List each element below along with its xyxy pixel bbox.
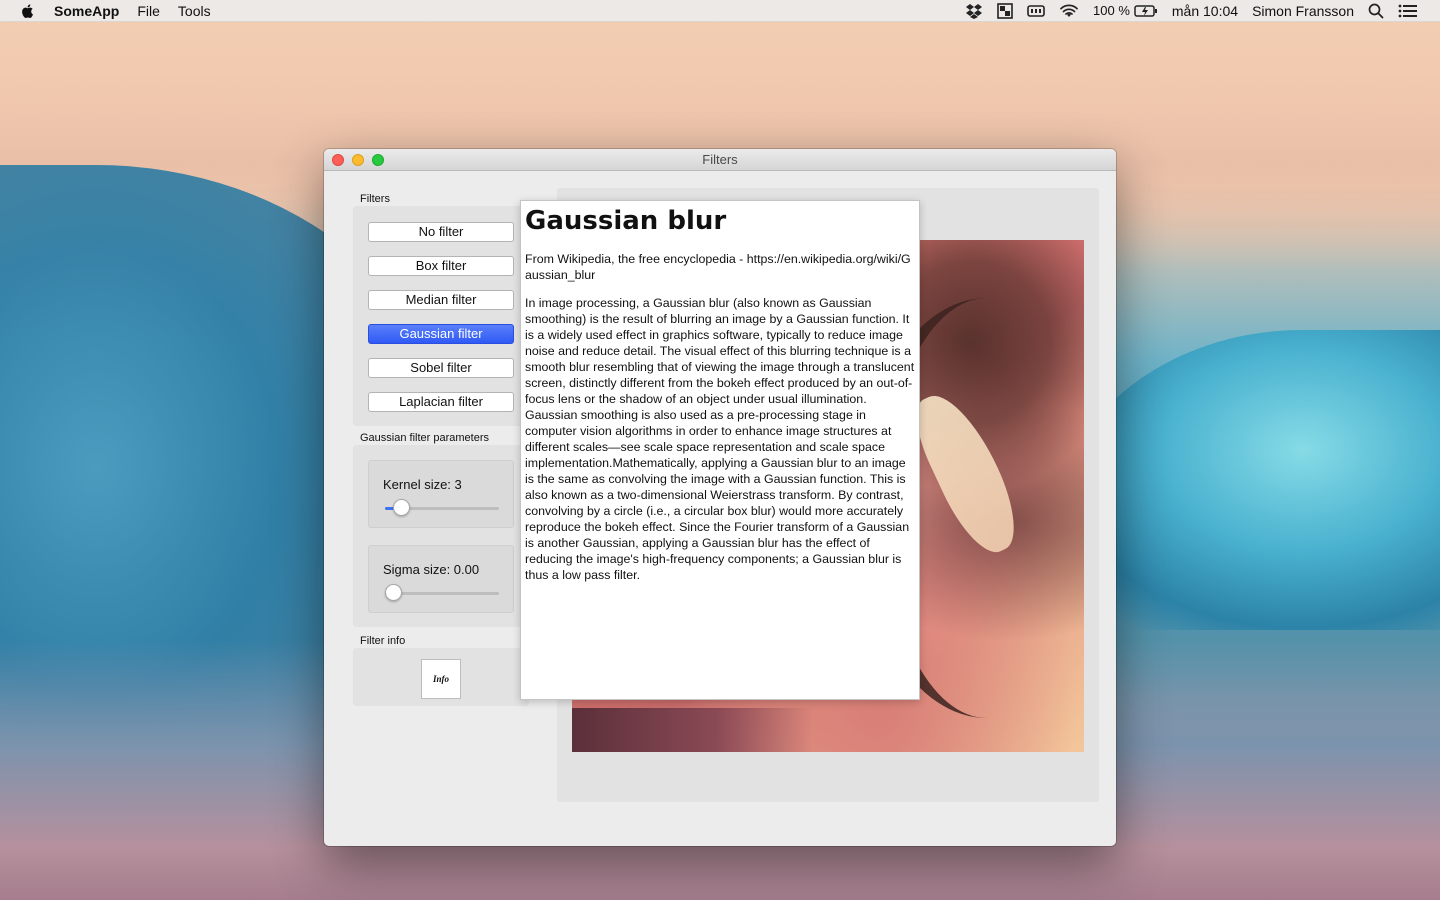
clock[interactable]: mån 10:04	[1172, 3, 1238, 19]
kernel-size-label: Kernel size: 3	[383, 477, 462, 492]
filters-section-label: Filters	[360, 193, 390, 205]
notification-center-icon[interactable]	[1398, 4, 1418, 18]
filter-info-popup[interactable]: Gaussian blur From Wikipedia, the free e…	[520, 200, 920, 700]
laplacian-filter-button[interactable]: Laplacian filter	[368, 392, 514, 412]
dropbox-icon[interactable]	[965, 3, 983, 19]
kernel-size-slider-knob[interactable]	[392, 499, 410, 516]
battery-icon[interactable]	[1134, 4, 1158, 18]
wifi-icon[interactable]	[1059, 3, 1079, 19]
user-name[interactable]: Simon Fransson	[1252, 3, 1354, 19]
title-bar[interactable]: Filters	[324, 149, 1116, 171]
mirror-icon[interactable]	[997, 2, 1013, 19]
sigma-size-slider-track[interactable]	[385, 592, 499, 595]
params-section-label: Gaussian filter parameters	[360, 432, 489, 444]
popup-source: From Wikipedia, the free encyclopedia - …	[525, 252, 911, 282]
filters-window: Filters Filters No filter Box filter Med…	[324, 149, 1116, 846]
sigma-size-label: Sigma size: 0.00	[383, 562, 480, 577]
apple-menu-icon[interactable]	[20, 3, 36, 19]
sigma-size-box: Sigma size: 0.00	[368, 545, 514, 613]
photo-detail-shadow	[572, 708, 812, 752]
sigma-size-slider-knob[interactable]	[385, 584, 402, 601]
no-filter-button[interactable]: No filter	[368, 222, 514, 242]
median-filter-button[interactable]: Median filter	[368, 290, 514, 310]
app-name-menu[interactable]: SomeApp	[54, 3, 119, 19]
window-title: Filters	[702, 152, 738, 167]
popup-body: In image processing, a Gaussian blur (al…	[525, 296, 915, 582]
memory-icon[interactable]	[1027, 4, 1045, 18]
info-button[interactable]: Info	[421, 659, 461, 699]
gaussian-filter-button[interactable]: Gaussian filter	[368, 324, 514, 344]
tools-menu[interactable]: Tools	[178, 3, 211, 19]
spotlight-search-icon[interactable]	[1368, 3, 1384, 19]
close-button[interactable]	[332, 154, 344, 166]
box-filter-button[interactable]: Box filter	[368, 256, 514, 276]
popup-title: Gaussian blur	[525, 206, 727, 236]
menu-bar: SomeApp File Tools 100 % mån 10:04 Simon…	[0, 0, 1440, 22]
params-group: Kernel size: 3 Sigma size: 0.00	[353, 445, 529, 627]
battery-percent: 100 %	[1093, 3, 1130, 18]
sobel-filter-button[interactable]: Sobel filter	[368, 358, 514, 378]
kernel-size-box: Kernel size: 3	[368, 460, 514, 528]
filters-group: No filter Box filter Median filter Gauss…	[353, 206, 529, 426]
minimize-button[interactable]	[352, 154, 364, 166]
info-section-label: Filter info	[360, 635, 406, 647]
maximize-button[interactable]	[372, 154, 384, 166]
file-menu[interactable]: File	[137, 3, 160, 19]
